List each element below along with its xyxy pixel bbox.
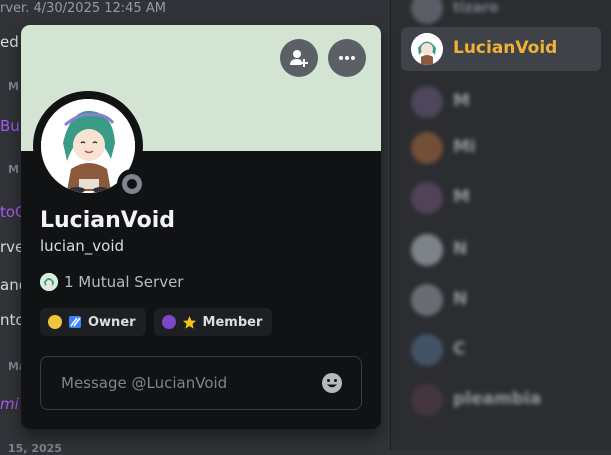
member-list-item[interactable]: Mi (401, 126, 601, 170)
member-list-item[interactable]: N (401, 228, 601, 272)
mutual-servers-label: 1 Mutual Server (64, 273, 184, 291)
chat-fragment: 15, 2025 (8, 442, 62, 455)
member-list-item[interactable]: M (401, 80, 601, 124)
member-name: LucianVoid (453, 38, 558, 58)
role-member[interactable]: Member (153, 308, 273, 336)
member-avatar (411, 234, 443, 266)
chat-fragment: Bu (0, 117, 20, 135)
chat-fragment: ed (0, 33, 19, 51)
member-avatar (411, 0, 443, 24)
member-name: M (453, 187, 470, 207)
profile-username: lucian_void (40, 237, 125, 255)
flag-icon (69, 316, 81, 328)
offline-status-icon (122, 174, 142, 194)
member-name: C (453, 339, 466, 359)
mutual-servers-link[interactable]: 1 Mutual Server (40, 273, 183, 291)
member-avatar (411, 132, 443, 164)
emoji-picker-icon[interactable] (321, 372, 343, 394)
roles-list: Owner Member (40, 308, 273, 336)
chat-fragment: mi (0, 395, 19, 413)
server-icon (40, 273, 58, 291)
member-avatar (411, 284, 443, 316)
member-list-item[interactable]: M (401, 176, 601, 220)
add-friend-button[interactable] (280, 39, 318, 77)
profile-display-name: LucianVoid (40, 208, 175, 233)
role-label: Member (202, 314, 263, 330)
direct-message-input[interactable] (59, 373, 313, 393)
chat-timestamp-line: rver. 4/30/2025 12:45 AM (0, 1, 166, 16)
member-list-item[interactable]: pleambia (401, 378, 601, 422)
member-name: N (453, 289, 468, 309)
member-name: tizaro (453, 0, 499, 16)
member-name: pleambia (453, 389, 542, 409)
more-options-button[interactable] (328, 39, 366, 77)
profile-avatar-wrapper[interactable] (33, 91, 147, 201)
role-color-dot (161, 315, 176, 329)
member-avatar (411, 86, 443, 118)
member-list-item[interactable]: N (401, 278, 601, 322)
member-list-item[interactable]: tizaro (401, 0, 601, 30)
anime-character-avatar-icon (411, 33, 443, 65)
add-friend-icon (290, 50, 308, 67)
star-icon (182, 315, 196, 329)
member-list-item-lucianvoid[interactable]: LucianVoid (401, 27, 601, 71)
member-list: tizaro LucianVoid M Mi M N N C pleambia (390, 0, 611, 450)
role-owner[interactable]: Owner (40, 308, 146, 336)
member-name: N (453, 239, 468, 259)
direct-message-box (40, 356, 362, 410)
role-color-dot (48, 315, 62, 329)
more-options-icon (339, 56, 355, 60)
member-name: Mi (453, 137, 476, 157)
role-label: Owner (88, 314, 136, 330)
chat-fragment: M (8, 163, 19, 176)
member-avatar (411, 334, 443, 366)
member-avatar (411, 33, 443, 65)
member-list-item[interactable]: C (401, 328, 601, 372)
member-avatar (411, 384, 443, 416)
member-avatar (411, 182, 443, 214)
offline-status-indicator (117, 169, 147, 199)
user-profile-popout: LucianVoid lucian_void 1 Mutual Server O… (21, 25, 381, 429)
member-name: M (453, 91, 470, 111)
chat-fragment: M (8, 80, 19, 93)
